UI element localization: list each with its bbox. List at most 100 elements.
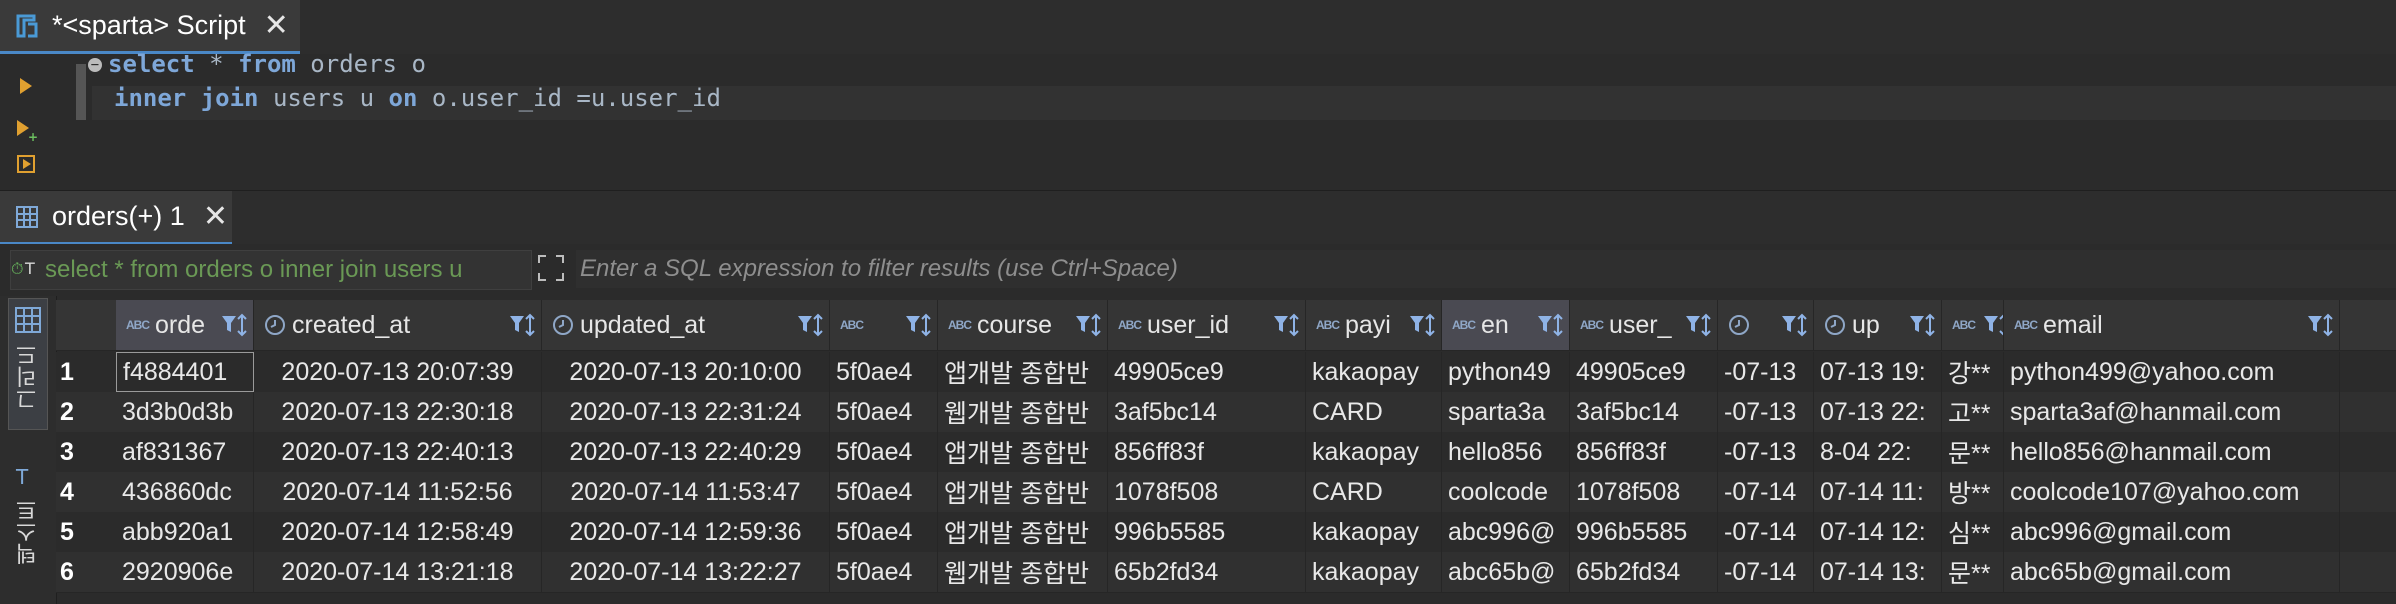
- table-cell[interactable]: 2020-07-13 20:07:39: [254, 352, 542, 392]
- table-cell[interactable]: 앱개발 종합반: [938, 512, 1108, 552]
- table-cell[interactable]: CARD: [1306, 472, 1442, 512]
- execute-statement-icon[interactable]: [14, 74, 38, 98]
- filter-sort-icon[interactable]: [1907, 310, 1937, 340]
- execute-script-icon[interactable]: [14, 152, 38, 176]
- close-icon[interactable]: ✕: [203, 201, 228, 232]
- column-header[interactable]: created_at: [254, 300, 542, 350]
- column-header[interactable]: ABC user_: [1570, 300, 1718, 350]
- vtab-text[interactable]: T 텍스트: [8, 456, 48, 586]
- table-cell[interactable]: 2020-07-14 12:58:49: [254, 512, 542, 552]
- vtab-grid[interactable]: 그리드: [8, 298, 48, 430]
- table-cell[interactable]: abc996@gmail.com: [2004, 512, 2340, 552]
- table-cell[interactable]: abc996@: [1442, 512, 1570, 552]
- table-cell[interactable]: 996b5585: [1570, 512, 1718, 552]
- column-header[interactable]: ABC course: [938, 300, 1108, 350]
- filter-query-box[interactable]: ⏱ T select * from orders o inner join use…: [10, 250, 532, 290]
- filter-sort-icon[interactable]: [219, 310, 249, 340]
- sql-editor[interactable]: + − select * from orders o inner join use…: [0, 50, 2396, 188]
- column-header[interactable]: ABC: [1942, 300, 2004, 350]
- table-cell[interactable]: 앱개발 종합반: [938, 432, 1108, 472]
- table-cell[interactable]: -07-13: [1718, 392, 1814, 432]
- table-cell[interactable]: 49905ce9: [1108, 352, 1306, 392]
- filter-sort-icon[interactable]: [1683, 310, 1713, 340]
- table-cell[interactable]: 2020-07-13 22:40:29: [542, 432, 830, 472]
- table-cell[interactable]: 방**: [1942, 472, 2004, 512]
- table-cell[interactable]: 2020-07-14 11:53:47: [542, 472, 830, 512]
- expand-icon[interactable]: [535, 252, 567, 284]
- table-cell[interactable]: 5f0ae4: [830, 432, 938, 472]
- table-cell[interactable]: af831367: [116, 432, 254, 472]
- filter-sort-icon[interactable]: [1407, 310, 1437, 340]
- filter-sort-icon[interactable]: [2305, 310, 2335, 340]
- table-cell[interactable]: 1078f508: [1108, 472, 1306, 512]
- table-cell[interactable]: 1078f508: [1570, 472, 1718, 512]
- table-cell[interactable]: hello856: [1442, 432, 1570, 472]
- table-cell[interactable]: kakaopay: [1306, 512, 1442, 552]
- editor-tab-script[interactable]: *<sparta> Script ✕: [0, 0, 300, 54]
- table-cell[interactable]: kakaopay: [1306, 552, 1442, 592]
- table-cell[interactable]: 5f0ae4: [830, 552, 938, 592]
- table-row[interactable]: 6 2920906e 2020-07-14 13:21:18 2020-07-14 1…: [56, 552, 2396, 593]
- table-cell[interactable]: 49905ce9: [1570, 352, 1718, 392]
- table-cell[interactable]: 웹개발 종합반: [938, 552, 1108, 592]
- table-cell[interactable]: 996b5585: [1108, 512, 1306, 552]
- filter-sort-icon[interactable]: [1535, 310, 1565, 340]
- table-cell[interactable]: sparta3a: [1442, 392, 1570, 432]
- table-cell[interactable]: 856ff83f: [1570, 432, 1718, 472]
- table-cell[interactable]: 07-14 13:: [1814, 552, 1942, 592]
- table-cell[interactable]: coolcode107@yahoo.com: [2004, 472, 2340, 512]
- row-number[interactable]: 1: [56, 352, 112, 392]
- row-number[interactable]: 2: [56, 392, 112, 432]
- execute-statement-new-tab-icon[interactable]: +: [14, 118, 38, 142]
- table-cell[interactable]: 3d3b0d3b: [116, 392, 254, 432]
- filter-sort-icon[interactable]: [1779, 310, 1809, 340]
- filter-expression-input[interactable]: [576, 250, 2396, 288]
- table-cell[interactable]: 2920906e: [116, 552, 254, 592]
- table-cell[interactable]: kakaopay: [1306, 352, 1442, 392]
- close-icon[interactable]: ✕: [264, 10, 289, 41]
- table-cell[interactable]: 5f0ae4: [830, 512, 938, 552]
- table-cell[interactable]: 5f0ae4: [830, 392, 938, 432]
- table-cell[interactable]: f4884401: [116, 352, 254, 392]
- table-row[interactable]: 2 3d3b0d3b 2020-07-13 22:30:18 2020-07-13 2…: [56, 392, 2396, 433]
- table-cell[interactable]: kakaopay: [1306, 432, 1442, 472]
- table-cell[interactable]: 07-13 22:: [1814, 392, 1942, 432]
- filter-sort-icon[interactable]: [1271, 310, 1301, 340]
- table-cell[interactable]: 2020-07-14 12:59:36: [542, 512, 830, 552]
- row-number[interactable]: 5: [56, 512, 112, 552]
- table-cell[interactable]: 문**: [1942, 552, 2004, 592]
- column-header[interactable]: ABC en: [1442, 300, 1570, 350]
- table-cell[interactable]: 3af5bc14: [1108, 392, 1306, 432]
- code-line-2[interactable]: inner join users u on o.user_id =u.user_…: [114, 84, 721, 112]
- table-cell[interactable]: -07-14: [1718, 512, 1814, 552]
- table-cell[interactable]: 65b2fd34: [1108, 552, 1306, 592]
- row-number[interactable]: 6: [56, 552, 112, 592]
- table-cell[interactable]: 436860dc: [116, 472, 254, 512]
- table-row[interactable]: 5 abb920a1 2020-07-14 12:58:49 2020-07-14 1…: [56, 512, 2396, 553]
- code-line-1[interactable]: − select * from orders o: [88, 50, 426, 78]
- table-cell[interactable]: 5f0ae4: [830, 472, 938, 512]
- table-cell[interactable]: -07-13: [1718, 352, 1814, 392]
- results-tab-orders[interactable]: orders(+) 1 ✕: [0, 191, 232, 245]
- filter-sort-icon[interactable]: [1981, 310, 2003, 340]
- table-row[interactable]: 1 f4884401 2020-07-13 20:07:39 2020-07-13 2…: [56, 352, 2396, 393]
- filter-sort-icon[interactable]: [507, 310, 537, 340]
- table-cell[interactable]: python499@yahoo.com: [2004, 352, 2340, 392]
- filter-sort-icon[interactable]: [1073, 310, 1103, 340]
- table-cell[interactable]: 앱개발 종합반: [938, 472, 1108, 512]
- table-cell[interactable]: 856ff83f: [1108, 432, 1306, 472]
- table-cell[interactable]: 07-14 12:: [1814, 512, 1942, 552]
- table-cell[interactable]: 문**: [1942, 432, 2004, 472]
- row-number[interactable]: 4: [56, 472, 112, 512]
- table-cell[interactable]: -07-14: [1718, 552, 1814, 592]
- table-cell[interactable]: 웹개발 종합반: [938, 392, 1108, 432]
- table-cell[interactable]: CARD: [1306, 392, 1442, 432]
- table-cell[interactable]: abc65b@gmail.com: [2004, 552, 2340, 592]
- column-header[interactable]: [1718, 300, 1814, 350]
- table-cell[interactable]: abc65b@: [1442, 552, 1570, 592]
- fold-icon[interactable]: −: [88, 58, 102, 72]
- table-cell[interactable]: -07-14: [1718, 472, 1814, 512]
- column-header[interactable]: updated_at: [542, 300, 830, 350]
- table-cell[interactable]: 고**: [1942, 392, 2004, 432]
- table-cell[interactable]: 5f0ae4: [830, 352, 938, 392]
